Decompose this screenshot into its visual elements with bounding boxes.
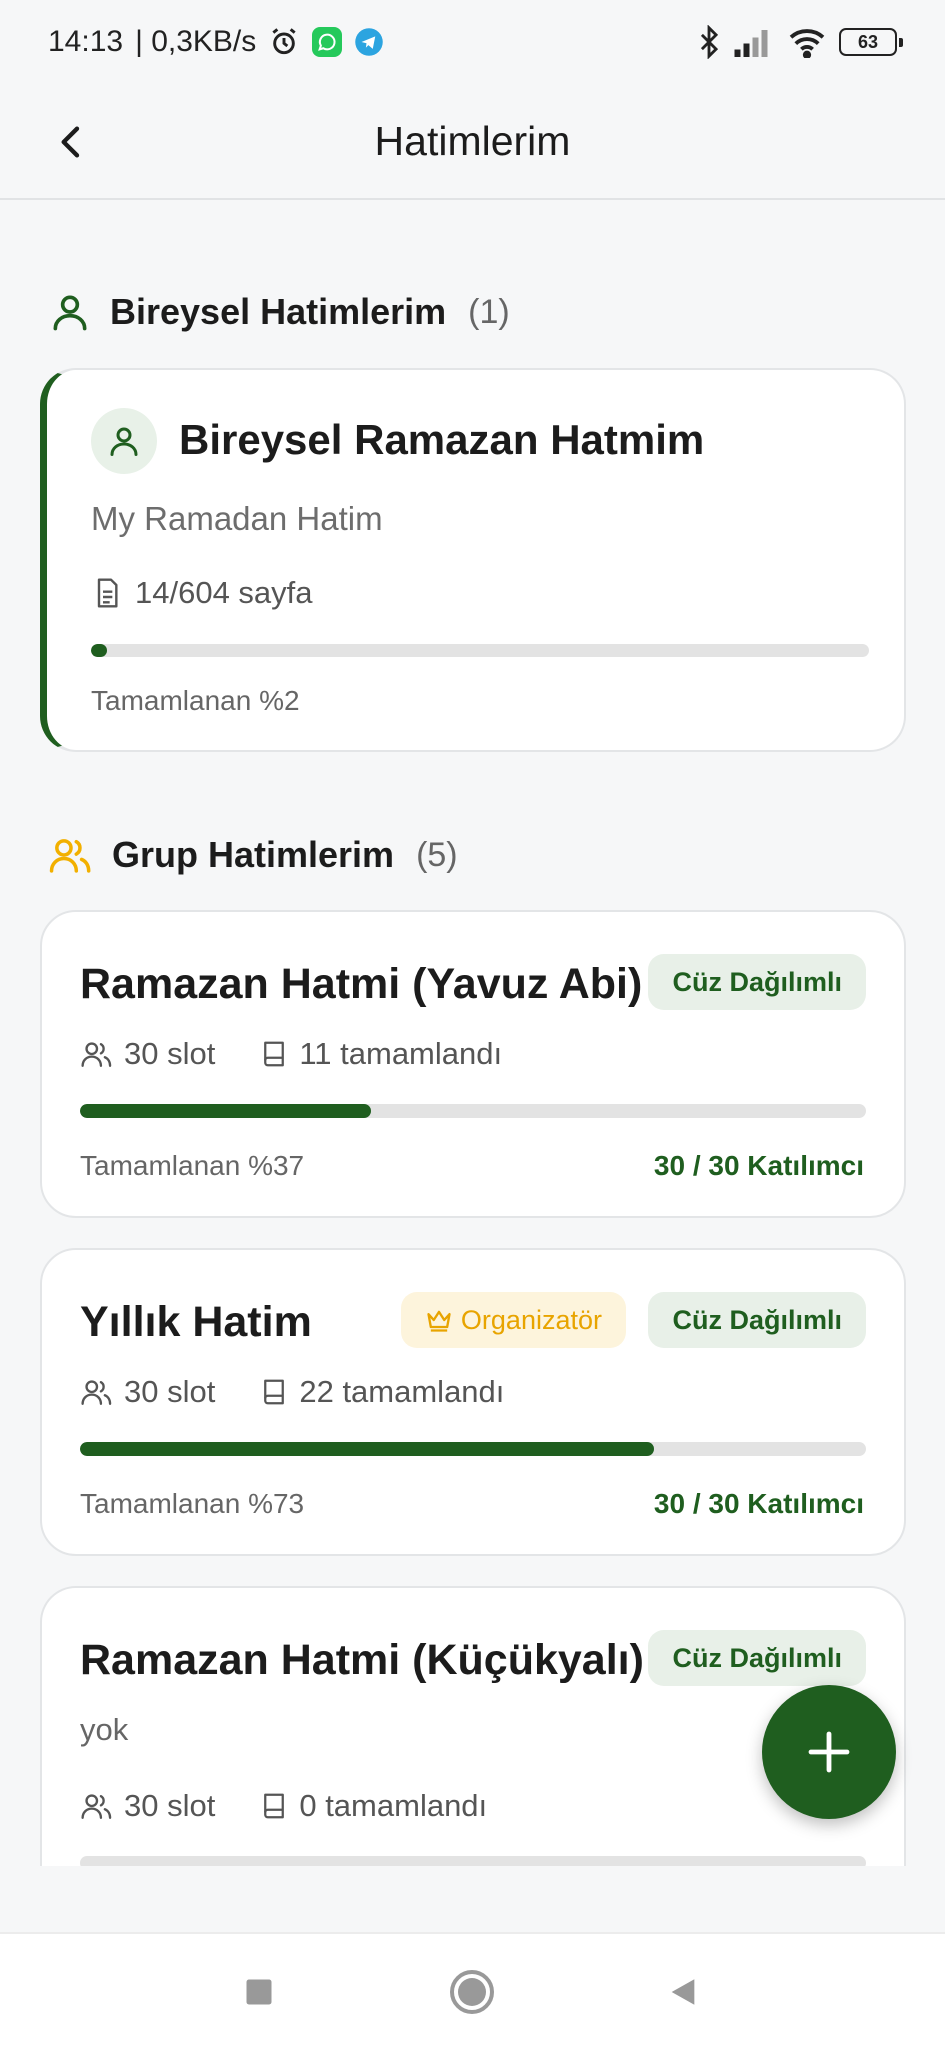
back-button[interactable] [40, 110, 104, 174]
signal-icon [733, 27, 775, 57]
progress-fill [91, 644, 107, 657]
back-nav-button[interactable] [655, 1964, 711, 2020]
group-hatim-card[interactable]: Ramazan Hatmi (Yavuz Abi) Cüz Dağılımlı … [40, 910, 906, 1218]
card-description: yok [80, 1712, 129, 1747]
organizer-badge: Organizatör [400, 1292, 626, 1348]
slots-count: 30 slot [124, 1374, 216, 1409]
card-title: Ramazan Hatmi (Yavuz Abi) [80, 960, 643, 1008]
pages-count: 14/604 sayfa [135, 575, 313, 610]
book-icon [264, 1041, 285, 1067]
group-hatim-card[interactable]: Yıllık Hatim Organizatör Cüz Dağılımlı 3… [40, 1248, 906, 1556]
status-time: 14:13 [48, 25, 124, 58]
distribution-badge: Cüz Dağılımlı [648, 1630, 866, 1686]
telegram-icon [354, 27, 384, 57]
home-button[interactable] [444, 1964, 500, 2020]
completion-label: Tamamlanan %2 [91, 685, 300, 716]
wifi-icon [787, 26, 827, 58]
chevron-left-icon [61, 126, 80, 158]
users-icon [48, 833, 94, 877]
app-header: Hatimlerim [0, 84, 945, 200]
group-section-header: Grup Hatimlerim (5) [48, 833, 458, 877]
card-title: Ramazan Hatmi (Küçükyalı) [80, 1636, 644, 1684]
slots-info: 30 slot [80, 1788, 215, 1824]
system-nav-bar [0, 1932, 945, 2048]
personal-section-count: (1) [468, 292, 510, 331]
user-icon [110, 427, 138, 456]
user-icon [48, 290, 92, 334]
slots-count: 30 slot [124, 1036, 216, 1071]
plus-icon [808, 1731, 850, 1773]
completion-label: Tamamlanan %73 [80, 1488, 305, 1519]
organizer-label: Organizatör [460, 1304, 602, 1335]
square-icon [246, 1979, 272, 2005]
completion-label: Tamamlanan %37 [80, 1150, 305, 1181]
card-meta: 30 slot 0 tamamlandı [80, 1788, 531, 1824]
crown-icon [427, 1310, 451, 1332]
users-icon [81, 1794, 112, 1819]
personal-section-header: Bireysel Hatimlerim (1) [48, 290, 510, 334]
status-left: 14:13 | 0,3KB/s [48, 25, 384, 59]
group-section-title: Grup Hatimlerim [112, 834, 395, 875]
users-icon [81, 1380, 112, 1405]
group-section-count: (5) [416, 835, 458, 874]
status-speed: | 0,3KB/s [135, 25, 257, 58]
alarm-icon [268, 26, 300, 58]
page-title: Hatimlerim [374, 117, 571, 164]
slots-info: 30 slot [80, 1374, 215, 1410]
slots-count: 30 slot [124, 1788, 216, 1823]
personal-avatar [91, 408, 157, 474]
completed-info: 22 tamamlandı [259, 1374, 504, 1410]
book-icon [264, 1379, 285, 1405]
slots-info: 30 slot [80, 1036, 215, 1072]
battery-icon: 63 [839, 28, 903, 56]
bluetooth-icon [697, 25, 721, 59]
status-bar: 14:13 | 0,3KB/s 63 [0, 0, 945, 84]
progress-fill [80, 1104, 371, 1118]
completed-info: 11 tamamlandı [259, 1036, 502, 1072]
circle-icon [450, 1970, 494, 2014]
distribution-badge: Cüz Dağılımlı [648, 954, 866, 1010]
completed-count: 11 tamamlandı [299, 1036, 503, 1071]
participants-label: 30 / 30 Katılımcı [653, 1488, 864, 1519]
add-hatim-button[interactable] [762, 1685, 896, 1819]
participants-label: 30 / 30 Katılımcı [653, 1150, 864, 1181]
card-meta: 30 slot 22 tamamlandı [80, 1374, 548, 1410]
card-subtitle: My Ramadan Hatim [91, 500, 383, 537]
distribution-badge: Cüz Dağılımlı [648, 1292, 866, 1348]
card-meta: 30 slot 11 tamamlandı [80, 1036, 546, 1072]
progress-track [80, 1442, 866, 1456]
progress-track [80, 1104, 866, 1118]
status-right: 63 [697, 25, 903, 59]
completed-count: 22 tamamlandı [299, 1374, 505, 1409]
completed-count: 0 tamamlandı [299, 1788, 488, 1823]
recents-button[interactable] [231, 1964, 287, 2020]
card-title: Bireysel Ramazan Hatmim [179, 416, 705, 463]
list-bottom-mask [0, 1866, 945, 1932]
progress-fill [80, 1442, 654, 1456]
personal-hatim-card[interactable]: Bireysel Ramazan Hatmim My Ramadan Hatim… [40, 368, 906, 752]
progress-track [91, 644, 869, 657]
personal-section-title: Bireysel Hatimlerim [110, 291, 447, 332]
whatsapp-icon [312, 27, 343, 57]
pages-info: 14/604 sayfa [91, 575, 313, 611]
users-icon [81, 1042, 112, 1067]
completed-info: 0 tamamlandı [259, 1788, 487, 1824]
card-title: Yıllık Hatim [80, 1298, 312, 1346]
triangle-left-icon [671, 1979, 695, 2005]
book-icon [264, 1793, 285, 1819]
document-icon [97, 578, 118, 608]
